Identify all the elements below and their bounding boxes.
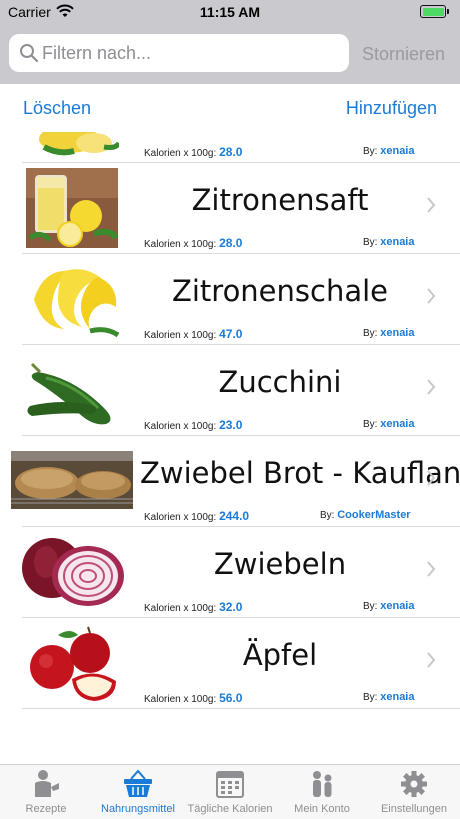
item-title: Zitronensaft [191,183,369,217]
item-title: Zucchini [218,365,342,399]
item-title: Zwiebeln [213,547,347,581]
tab-label: Tägliche Kalorien [187,803,273,815]
chevron-right-icon [427,652,436,668]
status-time: 11:15 AM [199,4,261,20]
apple-image [30,626,116,701]
navigation-bar: Löschen Hinzufügen [0,84,460,132]
calories-label: Kalorien x 100g: 244.0 [144,509,250,523]
lemon-image [39,132,119,156]
search-bar: Filtern nach... Stornieren [0,24,460,84]
author-label: By: xenaia [363,236,415,248]
chevron-right-icon [427,561,436,577]
chevron-right-icon [427,379,436,395]
author-label: By: xenaia [363,691,415,703]
tab-einstellungen[interactable]: Einstellungen [368,769,460,819]
chevron-right-icon [427,197,436,213]
calories-label: Kalorien x 100g: 32.0 [144,600,243,614]
chevron-right-icon [427,288,436,304]
cancel-button[interactable]: Stornieren [362,44,445,65]
status-bar: Carrier 11:15 AM [0,0,460,24]
tab-bar: Rezepte Nahrungsmittel Tägliche Kalorien [0,764,460,819]
author-label: By: xenaia [363,327,415,339]
list-item[interactable]: Zucchini Kalorien x 100g: 23.0 By: xenai… [0,345,460,436]
list-item[interactable]: Kalorien x 100g: 28.0 By: xenaia [0,132,460,163]
lemon-peel-image [34,269,119,338]
list-item[interactable]: Zwiebeln Kalorien x 100g: 32.0 By: xenai… [0,527,460,618]
author-label: By: xenaia [363,600,415,612]
chef-icon [35,770,59,797]
calendar-icon [216,771,244,798]
list-item[interactable]: Zitronensaft Kalorien x 100g: 28.0 By: x… [0,163,460,254]
item-title: Zitronenschale [171,274,389,308]
list-item[interactable]: Zwiebel Brot - Kaufland Kalorien x 100g:… [0,436,460,527]
tab-label: Mein Konto [294,803,350,815]
tab-label: Einstellungen [380,803,448,815]
calories-label: Kalorien x 100g: 23.0 [144,418,243,432]
tab-rezepte[interactable]: Rezepte [0,769,92,819]
gear-icon [401,771,427,797]
battery-icon [420,5,449,18]
tab-mein-konto[interactable]: Mein Konto [276,769,368,819]
author-label: By: xenaia [363,145,415,157]
tab-label: Nahrungsmittel [101,803,175,815]
tab-taegliche-kalorien[interactable]: Tägliche Kalorien [184,769,276,819]
search-placeholder: Filtern nach... [42,43,152,63]
list-item[interactable]: Zitronenschale Kalorien x 100g: 47.0 By:… [0,254,460,345]
onion-image [22,538,124,606]
zucchini-image [27,362,111,425]
tab-label: Rezepte [25,803,67,815]
item-title: Zwiebel Brot - Kaufland [140,456,460,490]
calories-label: Kalorien x 100g: 47.0 [144,327,243,341]
food-list: Kalorien x 100g: 28.0 By: xenaia Zitrone… [0,132,460,764]
onion-bread-image [11,451,133,509]
author-label: By: CookerMaster [320,509,411,521]
chevron-right-icon [427,470,436,486]
add-button[interactable]: Hinzufügen [346,98,437,119]
basket-icon [124,769,152,797]
author-label: By: xenaia [363,418,415,430]
list-item[interactable]: Äpfel Kalorien x 100g: 56.0 By: xenaia [0,618,460,709]
calories-label: Kalorien x 100g: 28.0 [144,236,243,250]
row-separator [22,708,460,709]
search-icon [20,44,39,63]
calories-label: Kalorien x 100g: 56.0 [144,691,243,705]
tab-nahrungsmittel[interactable]: Nahrungsmittel [92,769,184,819]
calories-label: Kalorien x 100g: 28.0 [144,145,243,159]
people-icon [313,771,332,797]
delete-button[interactable]: Löschen [23,98,91,119]
item-title: Äpfel [242,638,318,672]
search-input[interactable]: Filtern nach... [9,34,349,72]
lemon-juice-image [26,168,118,248]
